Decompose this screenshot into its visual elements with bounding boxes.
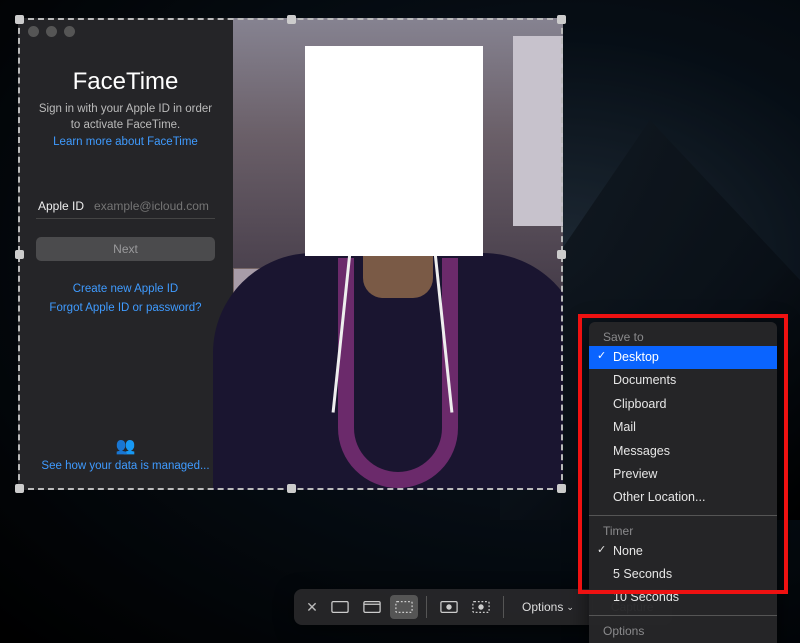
menu-item-label: Messages (613, 444, 670, 458)
menu-item[interactable]: Mail (589, 416, 777, 439)
menu-item[interactable]: ✓ None (589, 540, 777, 563)
menu-item[interactable]: Messages (589, 440, 777, 463)
close-icon[interactable]: ✕ (302, 599, 322, 616)
resize-handle[interactable] (15, 250, 24, 259)
resize-handle[interactable] (287, 484, 296, 493)
resize-handle[interactable] (557, 250, 566, 259)
menu-item[interactable]: 10 Seconds (589, 586, 777, 609)
check-icon: ✓ (597, 348, 606, 365)
resize-handle[interactable] (287, 15, 296, 24)
menu-item-label: Other Location... (613, 490, 705, 504)
record-selection-button[interactable] (467, 595, 495, 619)
menu-item-label: Mail (613, 420, 636, 434)
menu-item[interactable]: Preview (589, 463, 777, 486)
menu-item-label: 5 Seconds (613, 567, 672, 581)
menu-header-timer: Timer (589, 521, 777, 540)
menu-item-label: Desktop (613, 350, 659, 364)
menu-item[interactable]: 5 Seconds (589, 563, 777, 586)
menu-header-options: Options (589, 621, 777, 640)
capture-entire-screen-button[interactable] (326, 595, 354, 619)
screenshot-selection[interactable] (18, 18, 563, 490)
resize-handle[interactable] (557, 15, 566, 24)
check-icon: ✓ (597, 542, 606, 559)
toolbar-divider (426, 596, 427, 618)
menu-item-label: Clipboard (613, 397, 667, 411)
options-button[interactable]: Options⌄ (512, 597, 584, 617)
menu-item-label: Documents (613, 373, 676, 387)
resize-handle[interactable] (15, 484, 24, 493)
menu-item-label: Preview (613, 467, 657, 481)
menu-item-label: 10 Seconds (613, 590, 679, 604)
options-menu: Save to ✓ Desktop Documents Clipboard Mail Me… (589, 322, 777, 643)
menu-item[interactable]: Documents (589, 369, 777, 392)
capture-selection-button[interactable] (390, 595, 418, 619)
record-entire-screen-button[interactable] (435, 595, 463, 619)
menu-header-save-to: Save to (589, 327, 777, 346)
menu-item[interactable]: Clipboard (589, 393, 777, 416)
toolbar-divider (503, 596, 504, 618)
resize-handle[interactable] (557, 484, 566, 493)
menu-separator (589, 515, 777, 516)
resize-handle[interactable] (15, 15, 24, 24)
chevron-down-icon: ⌄ (566, 602, 574, 613)
menu-item[interactable]: ✓ Desktop (589, 346, 777, 369)
capture-window-button[interactable] (358, 595, 386, 619)
menu-item-label: None (613, 544, 643, 558)
menu-separator (589, 615, 777, 616)
menu-item[interactable]: Other Location... (589, 486, 777, 509)
